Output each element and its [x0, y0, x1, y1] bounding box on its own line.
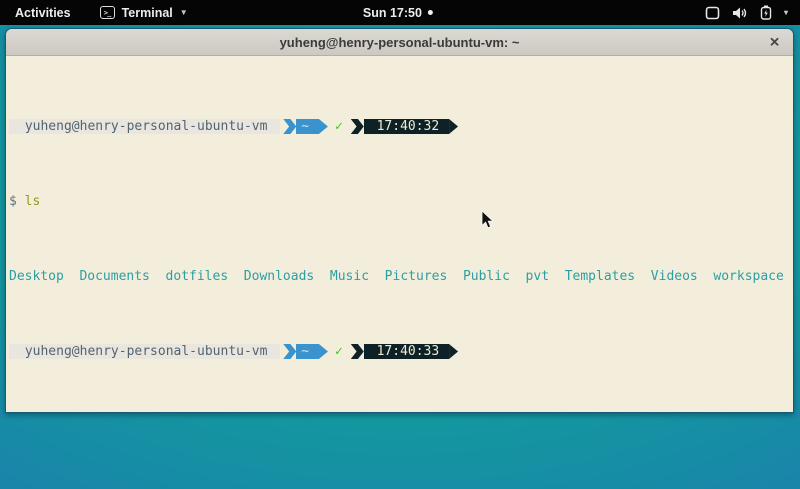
volume-icon: [732, 6, 748, 20]
command-line: $ ls: [9, 194, 793, 209]
chevron-down-icon: ▼: [180, 8, 188, 17]
success-check-icon: ✓: [328, 119, 348, 134]
powerline-point-icon: [319, 119, 328, 134]
system-menu-chevron-icon: ▾: [784, 8, 788, 17]
powerline-chevron-icon: [283, 119, 296, 134]
ls-output: Desktop Documents dotfiles Downloads Mus…: [9, 269, 793, 284]
prompt-time-segment: 17:40:32: [364, 119, 449, 134]
terminal-window: yuheng@henry-personal-ubuntu-vm: ~ ✕ yuh…: [5, 28, 794, 413]
success-check-icon: ✓: [328, 344, 348, 359]
activities-button[interactable]: Activities: [10, 4, 76, 22]
window-titlebar[interactable]: yuheng@henry-personal-ubuntu-vm: ~ ✕: [6, 29, 793, 56]
top-bar: Activities >_ Terminal ▼ Sun 17:50 ▾: [0, 0, 800, 25]
prompt-dollar: $: [9, 194, 17, 209]
mouse-pointer-icon: [481, 210, 495, 230]
prompt-line-2: yuheng@henry-personal-ubuntu-vm ~ ✓ 17:4…: [9, 344, 793, 359]
system-status-area[interactable]: ▾: [705, 5, 788, 20]
app-menu-terminal[interactable]: >_ Terminal ▼: [100, 6, 188, 20]
powerline-point-icon: [449, 119, 458, 134]
powerline-point-icon: [449, 344, 458, 359]
terminal-icon: >_: [100, 6, 115, 19]
prompt-user-segment: yuheng@henry-personal-ubuntu-vm: [9, 344, 280, 359]
app-menu-label: Terminal: [122, 6, 173, 20]
screen-share-icon: [705, 6, 720, 20]
prompt-time-segment: 17:40:33: [364, 344, 449, 359]
powerline-chevron-icon: [351, 119, 364, 134]
powerline-chevron-icon: [351, 344, 364, 359]
notification-dot-icon: [428, 10, 433, 15]
clock-label: Sun 17:50: [363, 6, 422, 20]
battery-charging-icon: [760, 5, 772, 20]
prompt-line-1: yuheng@henry-personal-ubuntu-vm ~ ✓ 17:4…: [9, 119, 793, 134]
terminal-content[interactable]: yuheng@henry-personal-ubuntu-vm ~ ✓ 17:4…: [6, 56, 793, 413]
command-text: ls: [25, 194, 41, 209]
clock-menu[interactable]: Sun 17:50: [363, 6, 433, 20]
window-title: yuheng@henry-personal-ubuntu-vm: ~: [280, 35, 520, 50]
powerline-point-icon: [319, 344, 328, 359]
powerline-chevron-icon: [283, 344, 296, 359]
close-icon[interactable]: ✕: [769, 36, 780, 49]
prompt-path-segment: ~: [296, 119, 319, 134]
prompt-path-segment: ~: [296, 344, 319, 359]
prompt-user-segment: yuheng@henry-personal-ubuntu-vm: [9, 119, 280, 134]
